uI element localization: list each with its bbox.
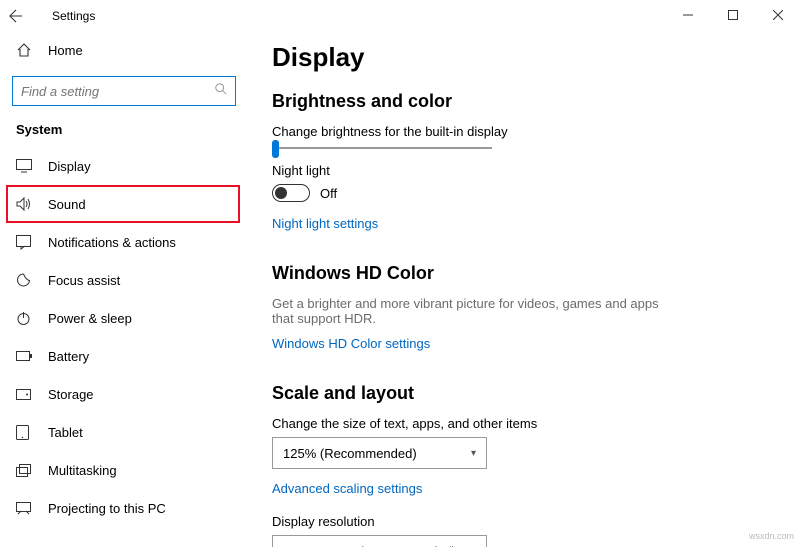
advanced-scaling-link[interactable]: Advanced scaling settings	[272, 481, 422, 496]
power-icon	[16, 311, 34, 326]
resolution-dropdown[interactable]: 1920 × 1080 (Recommended) ▾	[272, 535, 487, 547]
focus-assist-icon	[16, 273, 34, 288]
sidebar-item-label: Display	[48, 159, 91, 174]
maximize-button[interactable]	[710, 0, 755, 30]
text-size-value: 125% (Recommended)	[283, 446, 417, 461]
hd-color-desc: Get a brighter and more vibrant picture …	[272, 296, 682, 326]
category-heading: System	[0, 118, 248, 147]
night-light-state: Off	[320, 186, 337, 201]
scale-heading: Scale and layout	[272, 383, 776, 404]
sidebar-item-label: Storage	[48, 387, 94, 402]
sidebar-item-label: Focus assist	[48, 273, 120, 288]
brightness-heading: Brightness and color	[272, 91, 776, 112]
home-label: Home	[48, 43, 83, 58]
hd-color-heading: Windows HD Color	[272, 263, 776, 284]
sidebar-item-power-sleep[interactable]: Power & sleep	[0, 299, 248, 337]
night-light-settings-link[interactable]: Night light settings	[272, 216, 378, 231]
sidebar-item-label: Projecting to this PC	[48, 501, 166, 516]
sidebar-item-label: Tablet	[48, 425, 83, 440]
sidebar-item-projecting[interactable]: Projecting to this PC	[0, 489, 248, 527]
main-content: Display Brightness and color Change brig…	[248, 32, 800, 547]
night-light-toggle[interactable]	[272, 184, 310, 202]
sidebar-item-storage[interactable]: Storage	[0, 375, 248, 413]
sidebar-item-notifications[interactable]: Notifications & actions	[0, 223, 248, 261]
back-button[interactable]	[0, 0, 32, 32]
toggle-knob	[275, 187, 287, 199]
sidebar-item-sound[interactable]: Sound	[6, 185, 240, 223]
multitasking-icon	[16, 464, 34, 477]
sidebar-item-label: Notifications & actions	[48, 235, 176, 250]
brightness-slider-label: Change brightness for the built-in displ…	[272, 124, 776, 139]
text-size-label: Change the size of text, apps, and other…	[272, 416, 776, 431]
minimize-button[interactable]	[665, 0, 710, 30]
watermark: wsxdn.com	[749, 531, 794, 541]
text-size-dropdown[interactable]: 125% (Recommended) ▾	[272, 437, 487, 469]
hd-color-settings-link[interactable]: Windows HD Color settings	[272, 336, 430, 351]
sidebar-item-label: Power & sleep	[48, 311, 132, 326]
resolution-value: 1920 × 1080 (Recommended)	[283, 544, 456, 547]
home-icon	[16, 42, 34, 58]
sidebar-item-label: Sound	[48, 197, 86, 212]
chevron-down-icon: ▾	[471, 448, 476, 459]
battery-icon	[16, 351, 34, 361]
sidebar: Home System Display Sound Notifications …	[0, 32, 248, 547]
night-light-label: Night light	[272, 163, 776, 178]
brightness-slider[interactable]	[272, 147, 492, 149]
sidebar-item-display[interactable]: Display	[0, 147, 248, 185]
notifications-icon	[16, 235, 34, 250]
page-title: Display	[272, 42, 776, 73]
storage-icon	[16, 389, 34, 400]
sidebar-item-focus-assist[interactable]: Focus assist	[0, 261, 248, 299]
sidebar-item-multitasking[interactable]: Multitasking	[0, 451, 248, 489]
search-input[interactable]	[12, 76, 236, 106]
window-title: Settings	[52, 9, 95, 23]
display-icon	[16, 159, 34, 173]
sidebar-item-label: Multitasking	[48, 463, 117, 478]
projecting-icon	[16, 502, 34, 515]
home-button[interactable]: Home	[0, 32, 248, 68]
search-icon	[214, 82, 228, 96]
sidebar-item-battery[interactable]: Battery	[0, 337, 248, 375]
tablet-icon	[16, 425, 34, 440]
resolution-label: Display resolution	[272, 514, 776, 529]
close-button[interactable]	[755, 0, 800, 30]
sidebar-item-label: Battery	[48, 349, 89, 364]
sound-icon	[16, 197, 34, 211]
sidebar-item-tablet[interactable]: Tablet	[0, 413, 248, 451]
slider-thumb[interactable]	[272, 140, 279, 158]
